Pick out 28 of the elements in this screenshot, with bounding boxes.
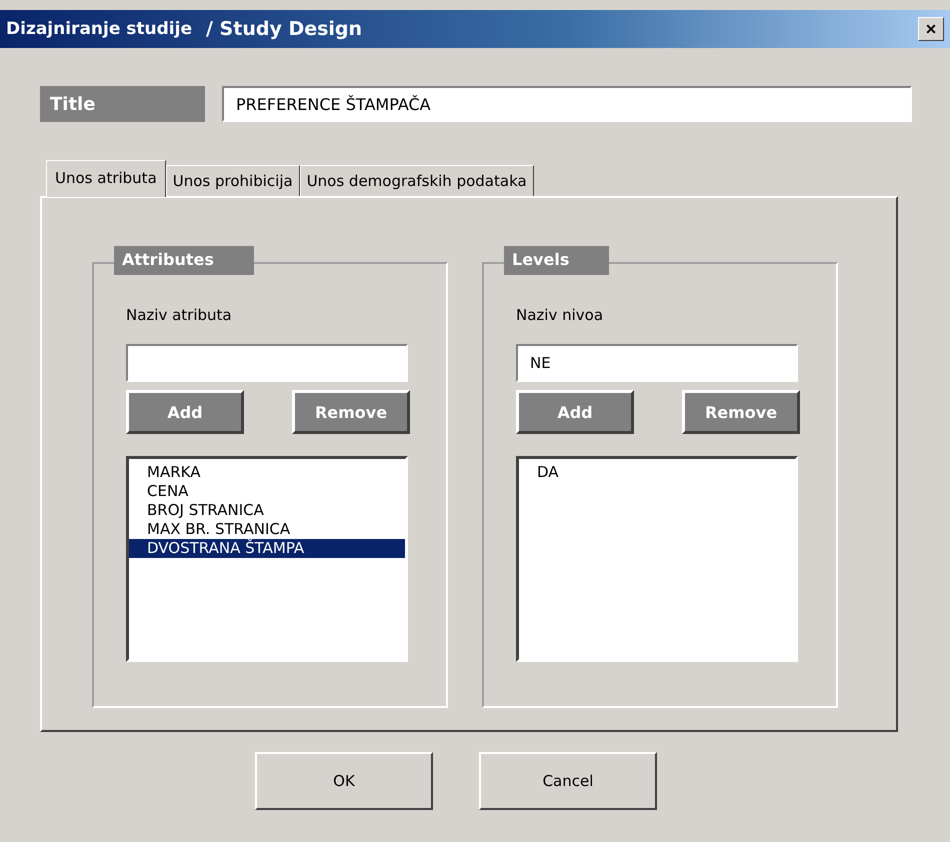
ok-button[interactable]: OK	[255, 752, 433, 810]
list-item[interactable]: DA	[519, 463, 795, 482]
title-field[interactable]: PREFERENCE ŠTAMPAČA	[222, 86, 912, 122]
tab[interactable]: Unos atributa	[46, 160, 166, 197]
list-item[interactable]: BROJ STRANICA	[129, 501, 405, 520]
add-button[interactable]: Add	[126, 390, 244, 434]
field-label: Naziv nivoa	[516, 306, 604, 324]
list-item[interactable]: DVOSTRANA ŠTAMPA	[129, 539, 405, 558]
cancel-button[interactable]: Cancel	[479, 752, 657, 810]
name-field[interactable]: NE	[516, 344, 798, 382]
remove-button[interactable]: Remove	[292, 390, 410, 434]
tab[interactable]: Unos demografskih podataka	[300, 165, 534, 196]
list-item[interactable]: MARKA	[129, 463, 405, 482]
list-item[interactable]: MAX BR. STRANICA	[129, 520, 405, 539]
name-field[interactable]	[126, 344, 408, 382]
group-legend: Levels	[504, 246, 610, 275]
remove-button[interactable]: Remove	[682, 390, 800, 434]
title-label: Title	[40, 86, 205, 122]
group-legend: Attributes	[114, 246, 254, 275]
list-item[interactable]: CENA	[129, 482, 405, 501]
add-button[interactable]: Add	[516, 390, 634, 434]
window-title: Dizajniranje studije	[6, 19, 192, 39]
window-subtitle: / Study Design	[206, 18, 362, 40]
list-box[interactable]: DA	[516, 456, 798, 662]
field-label: Naziv atributa	[126, 306, 233, 324]
tab[interactable]: Unos prohibicija	[166, 165, 300, 196]
list-box[interactable]: MARKA CENA BROJ STRANICA MAX BR. STRANICA DVOSTRANA ŠTAMPA	[126, 456, 408, 662]
close-button[interactable]: ×	[918, 17, 944, 41]
